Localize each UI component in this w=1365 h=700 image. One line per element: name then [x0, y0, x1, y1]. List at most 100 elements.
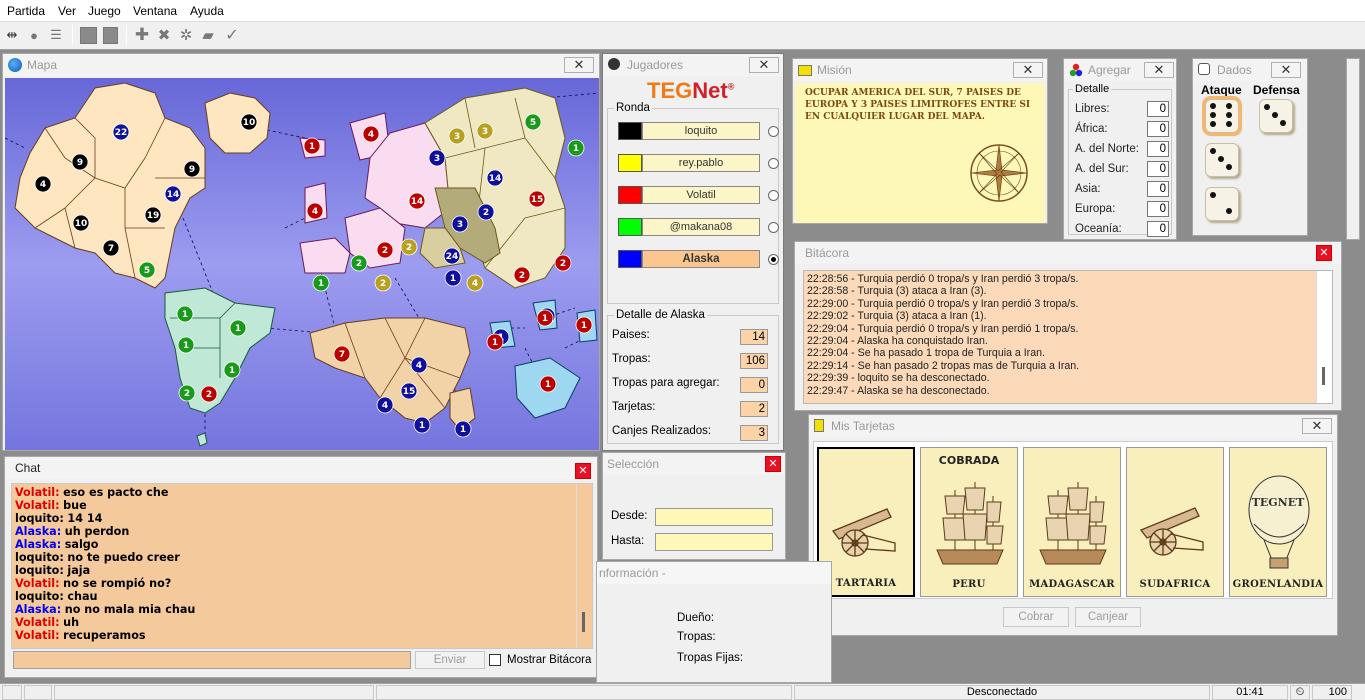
army-marker[interactable]: 3 — [451, 215, 469, 233]
chat-log[interactable]: Volatil: eso es pacto che Volatil: bue loq… — [11, 483, 593, 649]
army-marker[interactable]: 9 — [183, 160, 201, 178]
close-button[interactable]: ✕ — [1316, 245, 1332, 261]
army-marker[interactable]: 2 — [350, 254, 368, 272]
army-marker[interactable]: 1 — [454, 420, 472, 438]
army-marker[interactable]: 1 — [444, 269, 462, 287]
player-radio[interactable] — [768, 126, 779, 137]
close-button[interactable]: ✕ — [1144, 62, 1174, 78]
send-button[interactable]: Enviar — [415, 651, 485, 669]
army-marker[interactable]: 4 — [362, 125, 380, 143]
army-marker[interactable]: 1 — [177, 336, 195, 354]
army-marker[interactable]: 7 — [102, 239, 120, 257]
menu-juego[interactable]: Juego — [88, 4, 121, 18]
army-marker[interactable]: 24 — [443, 247, 461, 265]
army-marker[interactable]: 2 — [374, 274, 392, 292]
player-radio[interactable] — [768, 190, 779, 201]
to-field[interactable] — [655, 533, 773, 551]
army-marker[interactable]: 14 — [408, 192, 426, 210]
army-marker[interactable]: 2 — [477, 203, 495, 221]
cross-icon[interactable]: ✖ — [154, 25, 174, 45]
close-button[interactable]: ✕ — [1302, 418, 1332, 434]
army-marker[interactable]: 22 — [112, 123, 130, 141]
army-marker[interactable]: 1 — [567, 139, 585, 157]
army-marker[interactable]: 2 — [400, 238, 418, 256]
army-marker[interactable]: 4 — [410, 356, 428, 374]
army-marker[interactable]: 3 — [428, 149, 446, 167]
army-marker[interactable]: 2 — [376, 241, 394, 259]
army-marker[interactable]: 4 — [306, 202, 324, 220]
army-marker[interactable]: 19 — [144, 206, 162, 224]
army-marker[interactable]: 14 — [486, 169, 504, 187]
army-marker[interactable]: 1 — [486, 333, 504, 351]
army-marker[interactable]: 1 — [413, 416, 431, 434]
player-row[interactable]: Alaska — [618, 250, 779, 268]
army-marker[interactable]: 1 — [575, 316, 593, 334]
player-radio[interactable] — [768, 254, 779, 265]
collect-button[interactable]: Cobrar — [1003, 607, 1069, 627]
country-card[interactable]: SUDAFRICA — [1126, 447, 1224, 597]
player-row[interactable]: rey.pablo — [618, 154, 779, 172]
army-marker[interactable]: 2 — [554, 254, 572, 272]
army-marker[interactable]: 1 — [536, 309, 554, 327]
connect-icon[interactable]: ⇹ — [2, 25, 22, 45]
army-marker[interactable]: 1 — [223, 361, 241, 379]
stop-icon[interactable] — [80, 27, 97, 44]
menu-ventana[interactable]: Ventana — [133, 4, 177, 18]
army-marker[interactable]: 2 — [200, 385, 218, 403]
army-marker[interactable]: 4 — [376, 396, 394, 414]
army-marker[interactable]: 5 — [524, 113, 542, 131]
show-log-checkbox[interactable] — [489, 654, 501, 666]
pause-icon[interactable] — [103, 27, 118, 44]
disconnect-icon[interactable]: ● — [24, 25, 44, 45]
chat-scrollbar[interactable] — [576, 484, 592, 648]
army-marker[interactable]: 5 — [138, 261, 156, 279]
army-marker[interactable]: 14 — [164, 185, 182, 203]
list-icon[interactable]: ☰ — [46, 25, 66, 45]
menu-ayuda[interactable]: Ayuda — [190, 4, 224, 18]
settings-icon[interactable]: ✲ — [176, 25, 196, 45]
world-map[interactable]: 2210994141910751443143 3511415232 221 2241 4… — [5, 78, 599, 450]
player-radio[interactable] — [768, 158, 779, 169]
menu-partida[interactable]: Partida — [7, 4, 45, 18]
army-marker[interactable]: 10 — [72, 214, 90, 232]
player-row[interactable]: @makana08 — [618, 218, 779, 236]
country-card[interactable]: TEGNET GROENLANDIA — [1229, 447, 1327, 597]
army-marker[interactable]: 1 — [303, 137, 321, 155]
army-marker[interactable]: 1 — [539, 375, 557, 393]
menu-ver[interactable]: Ver — [58, 4, 76, 18]
chat-input[interactable] — [13, 651, 411, 669]
mission-text: OCUPAR AMERICA DEL SUR, 7 PAISES DE EURO… — [805, 88, 1031, 122]
exchange-button[interactable]: Canjear — [1075, 607, 1141, 627]
cards-icon[interactable]: ▰ — [198, 25, 218, 45]
country-card[interactable]: COBRADA PERU — [920, 447, 1018, 597]
from-field[interactable] — [655, 508, 773, 526]
army-marker[interactable]: 10 — [240, 113, 258, 131]
close-button[interactable]: ✕ — [749, 57, 779, 73]
army-marker[interactable]: 1 — [229, 319, 247, 337]
close-button[interactable]: ✕ — [564, 57, 594, 73]
country-card[interactable]: MADAGASCAR — [1023, 447, 1121, 597]
army-marker[interactable]: 7 — [333, 345, 351, 363]
close-button[interactable]: ✕ — [1271, 62, 1301, 78]
army-marker[interactable]: 15 — [400, 382, 418, 400]
close-button[interactable]: ✕ — [575, 463, 591, 479]
player-row[interactable]: Volatil — [618, 186, 779, 204]
army-marker[interactable]: 4 — [466, 274, 484, 292]
close-button[interactable]: ✕ — [765, 456, 781, 472]
check-icon[interactable]: ✓ — [222, 25, 242, 45]
add-icon[interactable]: ✚ — [132, 25, 152, 45]
army-marker[interactable]: 2 — [513, 266, 531, 284]
army-marker[interactable]: 15 — [528, 190, 546, 208]
army-marker[interactable]: 9 — [71, 153, 89, 171]
army-marker[interactable]: 1 — [312, 274, 330, 292]
player-radio[interactable] — [768, 222, 779, 233]
close-button[interactable]: ✕ — [1013, 62, 1043, 78]
army-marker[interactable]: 2 — [178, 384, 196, 402]
army-marker[interactable]: 4 — [34, 175, 52, 193]
log-scrollbar[interactable] — [1316, 271, 1332, 403]
army-marker[interactable]: 3 — [448, 127, 466, 145]
army-marker[interactable]: 1 — [176, 305, 194, 323]
army-marker[interactable]: 3 — [476, 122, 494, 140]
log-box[interactable]: 22:28:56 - Turquia perdió 0 tropa/s y Ir… — [803, 270, 1333, 404]
player-row[interactable]: loquito — [618, 122, 779, 140]
